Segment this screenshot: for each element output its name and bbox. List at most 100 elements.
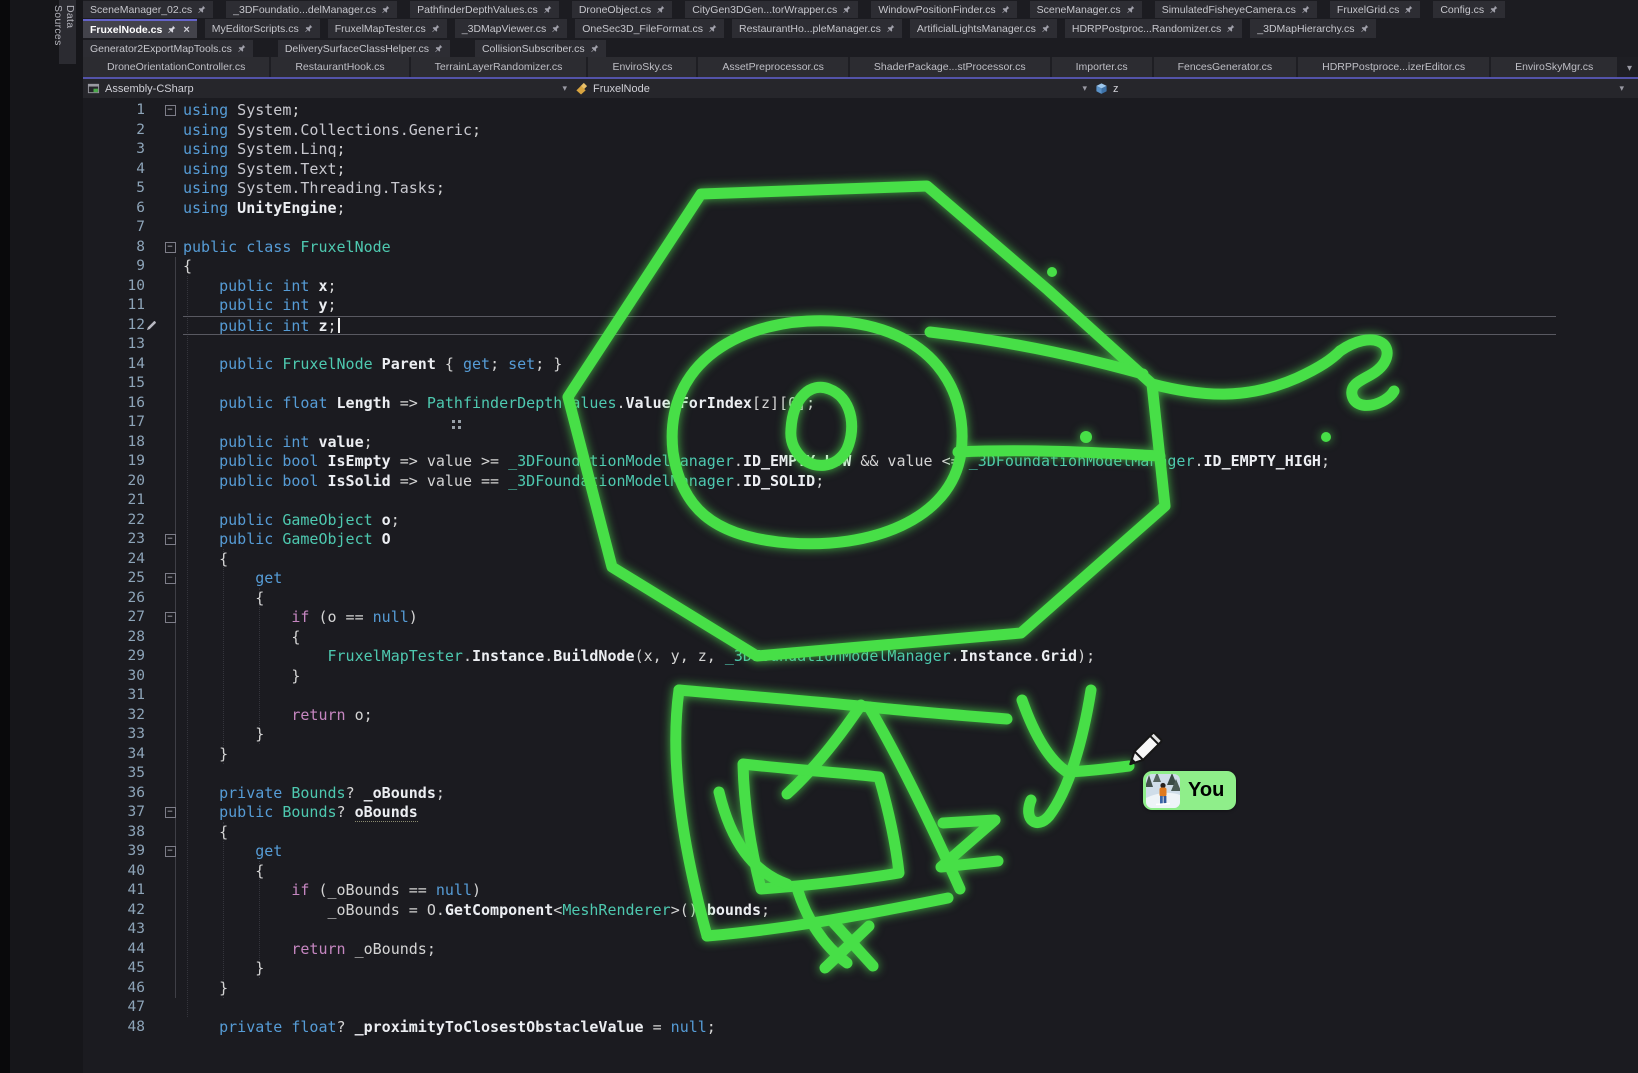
- tab-hdrppostproce-izereditor-cs[interactable]: HDRPPostproce...izerEditor.cs: [1298, 57, 1489, 77]
- fold-marker[interactable]: −: [165, 612, 176, 623]
- tab--3dmapviewer-cs[interactable]: _3DMapViewer.cs: [455, 19, 567, 38]
- tab-generator2exportmaptools-cs[interactable]: Generator2ExportMapTools.cs: [83, 40, 253, 57]
- tab-fruxelgrid-cs[interactable]: FruxelGrid.cs: [1330, 1, 1420, 18]
- pin-icon[interactable]: [1226, 24, 1235, 33]
- pin-icon[interactable]: [1301, 5, 1310, 14]
- fold-marker[interactable]: −: [165, 534, 176, 545]
- code-line-21[interactable]: 21: [83, 491, 1638, 511]
- code-line-17[interactable]: 17: [83, 413, 1638, 433]
- code-line-40[interactable]: 40 {: [83, 862, 1638, 882]
- code-line-47[interactable]: 47: [83, 998, 1638, 1018]
- code-line-39[interactable]: 39− get: [83, 842, 1638, 862]
- pin-icon[interactable]: [1404, 5, 1413, 14]
- pin-icon[interactable]: [197, 5, 206, 14]
- code-line-26[interactable]: 26 {: [83, 589, 1638, 609]
- tab-overflow-chevron[interactable]: ▾: [1627, 63, 1632, 74]
- code-line-25[interactable]: 25− get: [83, 569, 1638, 589]
- code-line-22[interactable]: 22 public GameObject o;: [83, 511, 1638, 531]
- code-line-10[interactable]: 10 public int x;: [83, 277, 1638, 297]
- code-line-19[interactable]: 19 public bool IsEmpty => value >= _3DFo…: [83, 452, 1638, 472]
- tab--3dfoundatio-delmanager-cs[interactable]: _3DFoundatio...delManager.cs: [226, 1, 397, 18]
- tab-pathfinderdepthvalues-cs[interactable]: PathfinderDepthValues.cs: [410, 1, 559, 18]
- fold-marker[interactable]: −: [165, 573, 176, 584]
- code-line-3[interactable]: 3using System.Linq;: [83, 140, 1638, 160]
- tab-myeditorscripts-cs[interactable]: MyEditorScripts.cs: [205, 19, 320, 38]
- code-line-35[interactable]: 35: [83, 764, 1638, 784]
- tab-restaurantho-plemanager-cs[interactable]: RestaurantHo...pleManager.cs: [732, 19, 902, 38]
- tab-artificiallightsmanager-cs[interactable]: ArtificialLightsManager.cs: [910, 19, 1057, 38]
- tab-fruxelmaptester-cs[interactable]: FruxelMapTester.cs: [328, 19, 447, 38]
- tab-enviroskymgr-cs[interactable]: EnviroSkyMgr.cs: [1491, 57, 1617, 77]
- code-line-6[interactable]: 6using UnityEngine;: [83, 199, 1638, 219]
- code-line-7[interactable]: 7: [83, 218, 1638, 238]
- tab-assetpreprocessor-cs[interactable]: AssetPreprocessor.cs: [698, 57, 848, 77]
- fold-marker[interactable]: −: [165, 807, 176, 818]
- tab-deliverysurfaceclasshelper-cs[interactable]: DeliverySurfaceClassHelper.cs: [278, 40, 450, 57]
- type-dropdown[interactable]: FruxelNode ▾: [575, 79, 1095, 98]
- pin-icon[interactable]: [381, 5, 390, 14]
- code-line-44[interactable]: 44 return _oBounds;: [83, 940, 1638, 960]
- code-line-46[interactable]: 46 }: [83, 979, 1638, 999]
- tab-importer-cs[interactable]: Importer.cs: [1052, 57, 1152, 77]
- pin-icon[interactable]: [842, 5, 851, 14]
- tab-windowpositionfinder-cs[interactable]: WindowPositionFinder.cs: [871, 1, 1016, 18]
- tab-droneobject-cs[interactable]: DroneObject.cs: [572, 1, 672, 18]
- code-line-15[interactable]: 15: [83, 374, 1638, 394]
- code-line-2[interactable]: 2using System.Collections.Generic;: [83, 121, 1638, 141]
- code-line-4[interactable]: 4using System.Text;: [83, 160, 1638, 180]
- code-line-43[interactable]: 43: [83, 920, 1638, 940]
- code-line-42[interactable]: 42 _oBounds = O.GetComponent<MeshRendere…: [83, 901, 1638, 921]
- code-line-48[interactable]: 48 private float? _proximityToClosestObs…: [83, 1018, 1638, 1038]
- code-editor[interactable]: 1−using System;2using System.Collections…: [83, 98, 1638, 1073]
- pin-icon[interactable]: [304, 24, 313, 33]
- tab-envirosky-cs[interactable]: EnviroSky.cs: [588, 57, 696, 77]
- code-line-12[interactable]: 12 public int z;: [83, 316, 1638, 336]
- code-line-31[interactable]: 31: [83, 686, 1638, 706]
- pin-icon[interactable]: [237, 44, 246, 53]
- project-dropdown[interactable]: Assembly-CSharp ▾: [87, 79, 575, 98]
- pin-icon[interactable]: [543, 5, 552, 14]
- fold-marker[interactable]: −: [165, 105, 176, 116]
- code-line-16[interactable]: 16 public float Length => PathfinderDept…: [83, 394, 1638, 414]
- pin-icon[interactable]: [434, 44, 443, 53]
- tab-scenemanager-02-cs[interactable]: SceneManager_02.cs: [83, 1, 213, 18]
- tab-scenemanager-cs[interactable]: SceneManager.cs: [1030, 1, 1142, 18]
- code-line-33[interactable]: 33 }: [83, 725, 1638, 745]
- code-line-37[interactable]: 37− public Bounds? oBounds: [83, 803, 1638, 823]
- pin-icon[interactable]: [551, 24, 560, 33]
- code-line-20[interactable]: 20 public bool IsSolid => value == _3DFo…: [83, 472, 1638, 492]
- pin-icon[interactable]: [590, 44, 599, 53]
- code-line-24[interactable]: 24 {: [83, 550, 1638, 570]
- member-dropdown[interactable]: z ▾: [1095, 79, 1632, 98]
- tab-config-cs[interactable]: Config.cs: [1433, 1, 1505, 18]
- pin-icon[interactable]: [1041, 24, 1050, 33]
- tab-collisionsubscriber-cs[interactable]: CollisionSubscriber.cs: [475, 40, 606, 57]
- pin-icon[interactable]: [431, 24, 440, 33]
- code-line-36[interactable]: 36 private Bounds? _oBounds;: [83, 784, 1638, 804]
- tab-terrainlayerrandomizer-cs[interactable]: TerrainLayerRandomizer.cs: [411, 57, 587, 77]
- code-line-18[interactable]: 18 public int value;: [83, 433, 1638, 453]
- data-sources-tab[interactable]: Data Sources: [59, 0, 76, 64]
- code-line-14[interactable]: 14 public FruxelNode Parent { get; set; …: [83, 355, 1638, 375]
- code-line-32[interactable]: 32 return o;: [83, 706, 1638, 726]
- tab-shaderpackage-stprocessor-cs[interactable]: ShaderPackage...stProcessor.cs: [850, 57, 1050, 77]
- code-line-38[interactable]: 38 {: [83, 823, 1638, 843]
- fold-marker[interactable]: −: [165, 846, 176, 857]
- pin-icon[interactable]: [1001, 5, 1010, 14]
- code-line-27[interactable]: 27− if (o == null): [83, 608, 1638, 628]
- code-line-29[interactable]: 29 FruxelMapTester.Instance.BuildNode(x,…: [83, 647, 1638, 667]
- code-line-45[interactable]: 45 }: [83, 959, 1638, 979]
- fold-marker[interactable]: −: [165, 242, 176, 253]
- pin-icon[interactable]: [167, 25, 176, 34]
- tab-citygen3dgen-torwrapper-cs[interactable]: CityGen3DGen...torWrapper.cs: [685, 1, 858, 18]
- pin-icon[interactable]: [1489, 5, 1498, 14]
- tab-droneorientationcontroller-cs[interactable]: DroneOrientationController.cs: [83, 57, 269, 77]
- code-line-41[interactable]: 41 if (_oBounds == null): [83, 881, 1638, 901]
- tab-simulatedfisheyecamera-cs[interactable]: SimulatedFisheyeCamera.cs: [1155, 1, 1317, 18]
- code-line-34[interactable]: 34 }: [83, 745, 1638, 765]
- code-line-28[interactable]: 28 {: [83, 628, 1638, 648]
- navbar-overflow-chevron[interactable]: ▾: [1619, 83, 1632, 94]
- code-line-1[interactable]: 1−using System;: [83, 101, 1638, 121]
- code-line-23[interactable]: 23− public GameObject O: [83, 530, 1638, 550]
- pin-icon[interactable]: [886, 24, 895, 33]
